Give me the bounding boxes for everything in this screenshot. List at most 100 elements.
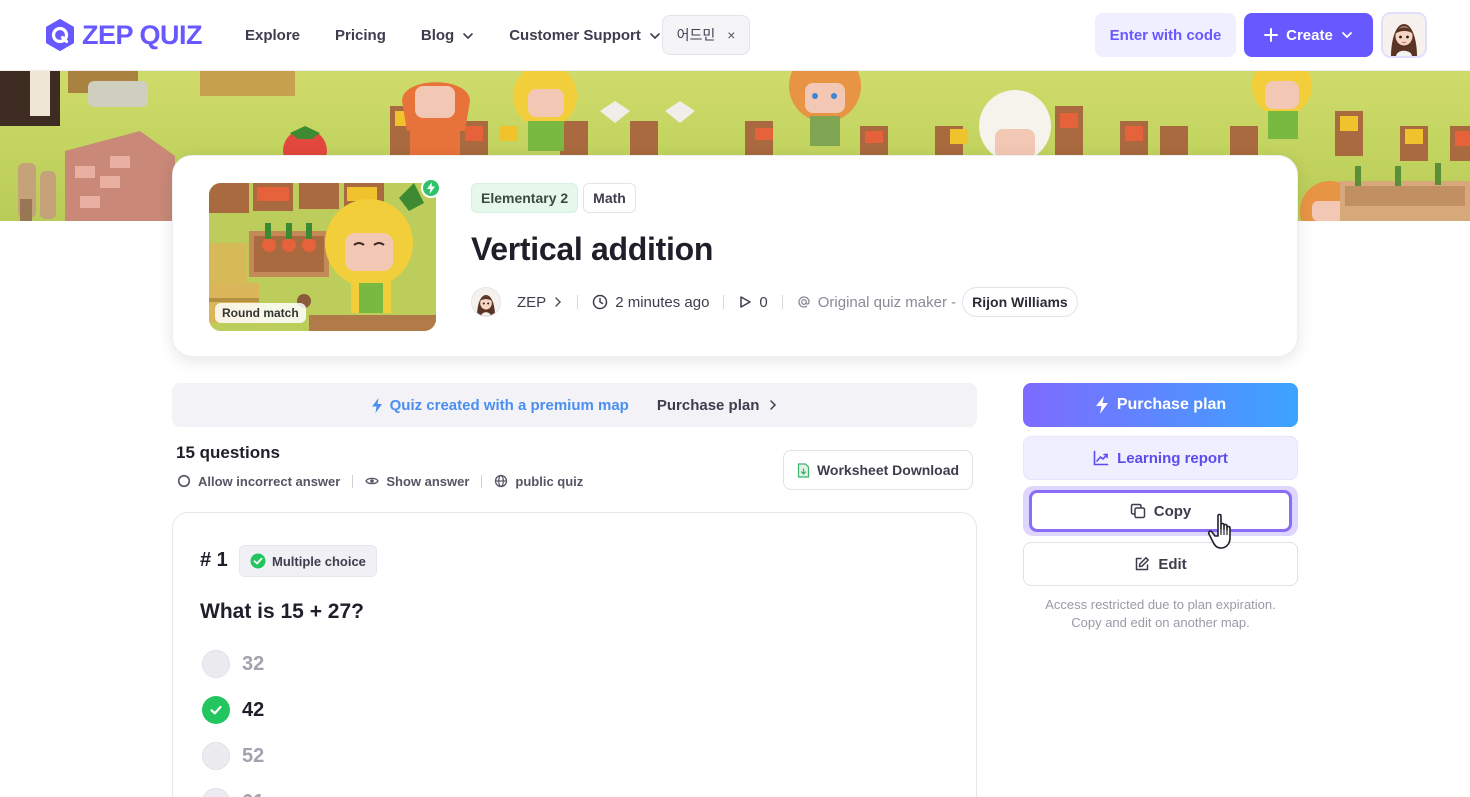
- author-link[interactable]: ZEP: [471, 287, 563, 317]
- nav-blog[interactable]: Blog: [421, 27, 474, 44]
- answer-option: 32: [202, 649, 264, 679]
- question-number: # 1: [200, 549, 228, 571]
- question-type-label: Multiple choice: [272, 553, 366, 569]
- search-chip-label: 어드민: [676, 27, 716, 43]
- correct-check-icon: [202, 696, 230, 724]
- logo-icon: [46, 19, 74, 51]
- circle-icon: [177, 474, 191, 488]
- setting-allow-incorrect: Allow incorrect answer: [177, 474, 340, 489]
- chevron-right-icon: [770, 400, 777, 410]
- learning-report-button[interactable]: Learning report: [1023, 436, 1298, 480]
- answer-indicator: [202, 788, 230, 797]
- play-count: 0: [738, 293, 768, 311]
- nav-support-label: Customer Support: [509, 27, 641, 44]
- nav-links: Explore Pricing Blog Customer Support: [245, 0, 696, 71]
- tag-subject: Math: [583, 183, 636, 213]
- question-type-badge: Multiple choice: [239, 545, 377, 577]
- lightning-icon: [1095, 396, 1108, 414]
- worksheet-download-label: Worksheet Download: [816, 462, 960, 478]
- setting-show-answer-label: Show answer: [386, 473, 470, 489]
- search-chip[interactable]: 어드민 ×: [662, 15, 750, 55]
- quiz-meta: ZEP 2 minutes ago 0 Original quiz maker …: [471, 287, 1078, 317]
- zep-quiz-logo[interactable]: ZEP QUIZ: [44, 17, 203, 53]
- nav-pricing[interactable]: Pricing: [335, 27, 386, 44]
- premium-message-text: Quiz created with a premium map: [389, 396, 629, 414]
- globe-icon: [495, 474, 508, 488]
- answer-indicator: [202, 742, 230, 770]
- quiz-settings: Allow incorrect answer Show answer publi…: [177, 472, 583, 490]
- nav-pricing-label: Pricing: [335, 27, 386, 44]
- question-text: What is 15 + 27?: [200, 600, 364, 623]
- original-maker-chip[interactable]: Rijon Williams: [962, 287, 1078, 317]
- eye-icon: [365, 477, 380, 485]
- edit-button[interactable]: Edit: [1023, 542, 1298, 586]
- enter-with-code-button[interactable]: Enter with code: [1095, 13, 1236, 57]
- quiz-header-card: Round match Elementary 2 Math Vertical a…: [172, 155, 1298, 357]
- answer-text: 61: [242, 791, 264, 797]
- purchase-plan-button[interactable]: Purchase plan: [1023, 383, 1298, 427]
- hand-pointer-cursor-icon: [1207, 513, 1231, 549]
- created-time: 2 minutes ago: [592, 294, 709, 311]
- create-button[interactable]: Create: [1244, 13, 1373, 57]
- copy-label: Copy: [1153, 502, 1192, 520]
- logo-text: ZEP QUIZ: [82, 19, 203, 50]
- nav-customer-support[interactable]: Customer Support: [509, 27, 661, 44]
- premium-purchase-label: Purchase plan: [656, 396, 760, 414]
- question-card: # 1 Multiple choice What is 15 + 27? 32 …: [172, 512, 977, 797]
- author-name: ZEP: [517, 293, 547, 311]
- copy-button[interactable]: Copy: [1029, 490, 1292, 532]
- nav-blog-label: Blog: [420, 27, 455, 44]
- chevron-right-icon: [555, 297, 562, 307]
- answer-text: 32: [242, 652, 265, 675]
- top-nav: ZEP QUIZ Explore Pricing Blog Customer S…: [0, 0, 1470, 71]
- at-sign-icon: [798, 296, 810, 308]
- edit-label: Edit: [1158, 555, 1187, 573]
- chart-line-icon: [1093, 450, 1109, 466]
- setting-public-quiz-label: public quiz: [515, 473, 584, 489]
- answer-option-correct: 42: [202, 695, 264, 725]
- edit-icon: [1136, 557, 1150, 571]
- author-avatar: [471, 287, 501, 317]
- chevron-down-icon: [1341, 32, 1352, 39]
- answer-option: 61: [202, 787, 264, 797]
- nav-explore[interactable]: Explore: [245, 27, 300, 44]
- quiz-thumbnail: Round match: [209, 183, 436, 331]
- create-label: Create: [1286, 26, 1333, 44]
- time-ago-text: 2 minutes ago: [615, 293, 710, 311]
- answer-option: 52: [202, 741, 264, 771]
- clock-icon: [592, 294, 608, 310]
- nav-explore-label: Explore: [245, 27, 301, 44]
- answer-text: 52: [242, 744, 265, 767]
- avatar-image: [1383, 14, 1425, 56]
- user-avatar[interactable]: [1381, 12, 1427, 58]
- play-icon: [740, 296, 752, 308]
- play-count-text: 0: [759, 293, 768, 311]
- premium-purchase-link[interactable]: Purchase plan: [657, 397, 779, 414]
- original-maker-label: Original quiz maker -: [817, 293, 957, 311]
- close-icon[interactable]: ×: [727, 27, 735, 43]
- setting-show-answer: Show answer: [365, 474, 469, 489]
- learning-report-label: Learning report: [1117, 449, 1228, 467]
- plus-icon: [1264, 28, 1279, 42]
- answer-indicator: [202, 650, 230, 678]
- file-download-icon: [797, 462, 810, 478]
- premium-map-notice: Quiz created with a premium map Purchase…: [172, 383, 977, 427]
- chevron-down-icon: [463, 32, 474, 39]
- chevron-down-icon: [650, 32, 660, 39]
- lightning-icon: [371, 397, 382, 413]
- purchase-plan-label: Purchase plan: [1116, 396, 1227, 413]
- premium-bolt-icon: [421, 178, 441, 198]
- question-count: 15 questions: [176, 443, 280, 462]
- answer-text: 42: [242, 698, 265, 721]
- copy-icon: [1130, 503, 1145, 519]
- restricted-note-line2: Copy and edit on another map.: [1071, 615, 1250, 630]
- quiz-tags: Elementary 2 Math: [471, 183, 636, 213]
- original-maker: Original quiz maker -: [797, 294, 956, 311]
- worksheet-download-button[interactable]: Worksheet Download: [783, 450, 973, 490]
- access-restricted-note: Access restricted due to plan expiration…: [1023, 596, 1298, 632]
- tag-grade: Elementary 2: [471, 183, 579, 213]
- setting-allow-incorrect-label: Allow incorrect answer: [198, 473, 341, 489]
- restricted-note-line1: Access restricted due to plan expiration…: [1045, 597, 1276, 612]
- round-match-badge: Round match: [215, 303, 306, 323]
- premium-notice-message: Quiz created with a premium map: [371, 397, 629, 414]
